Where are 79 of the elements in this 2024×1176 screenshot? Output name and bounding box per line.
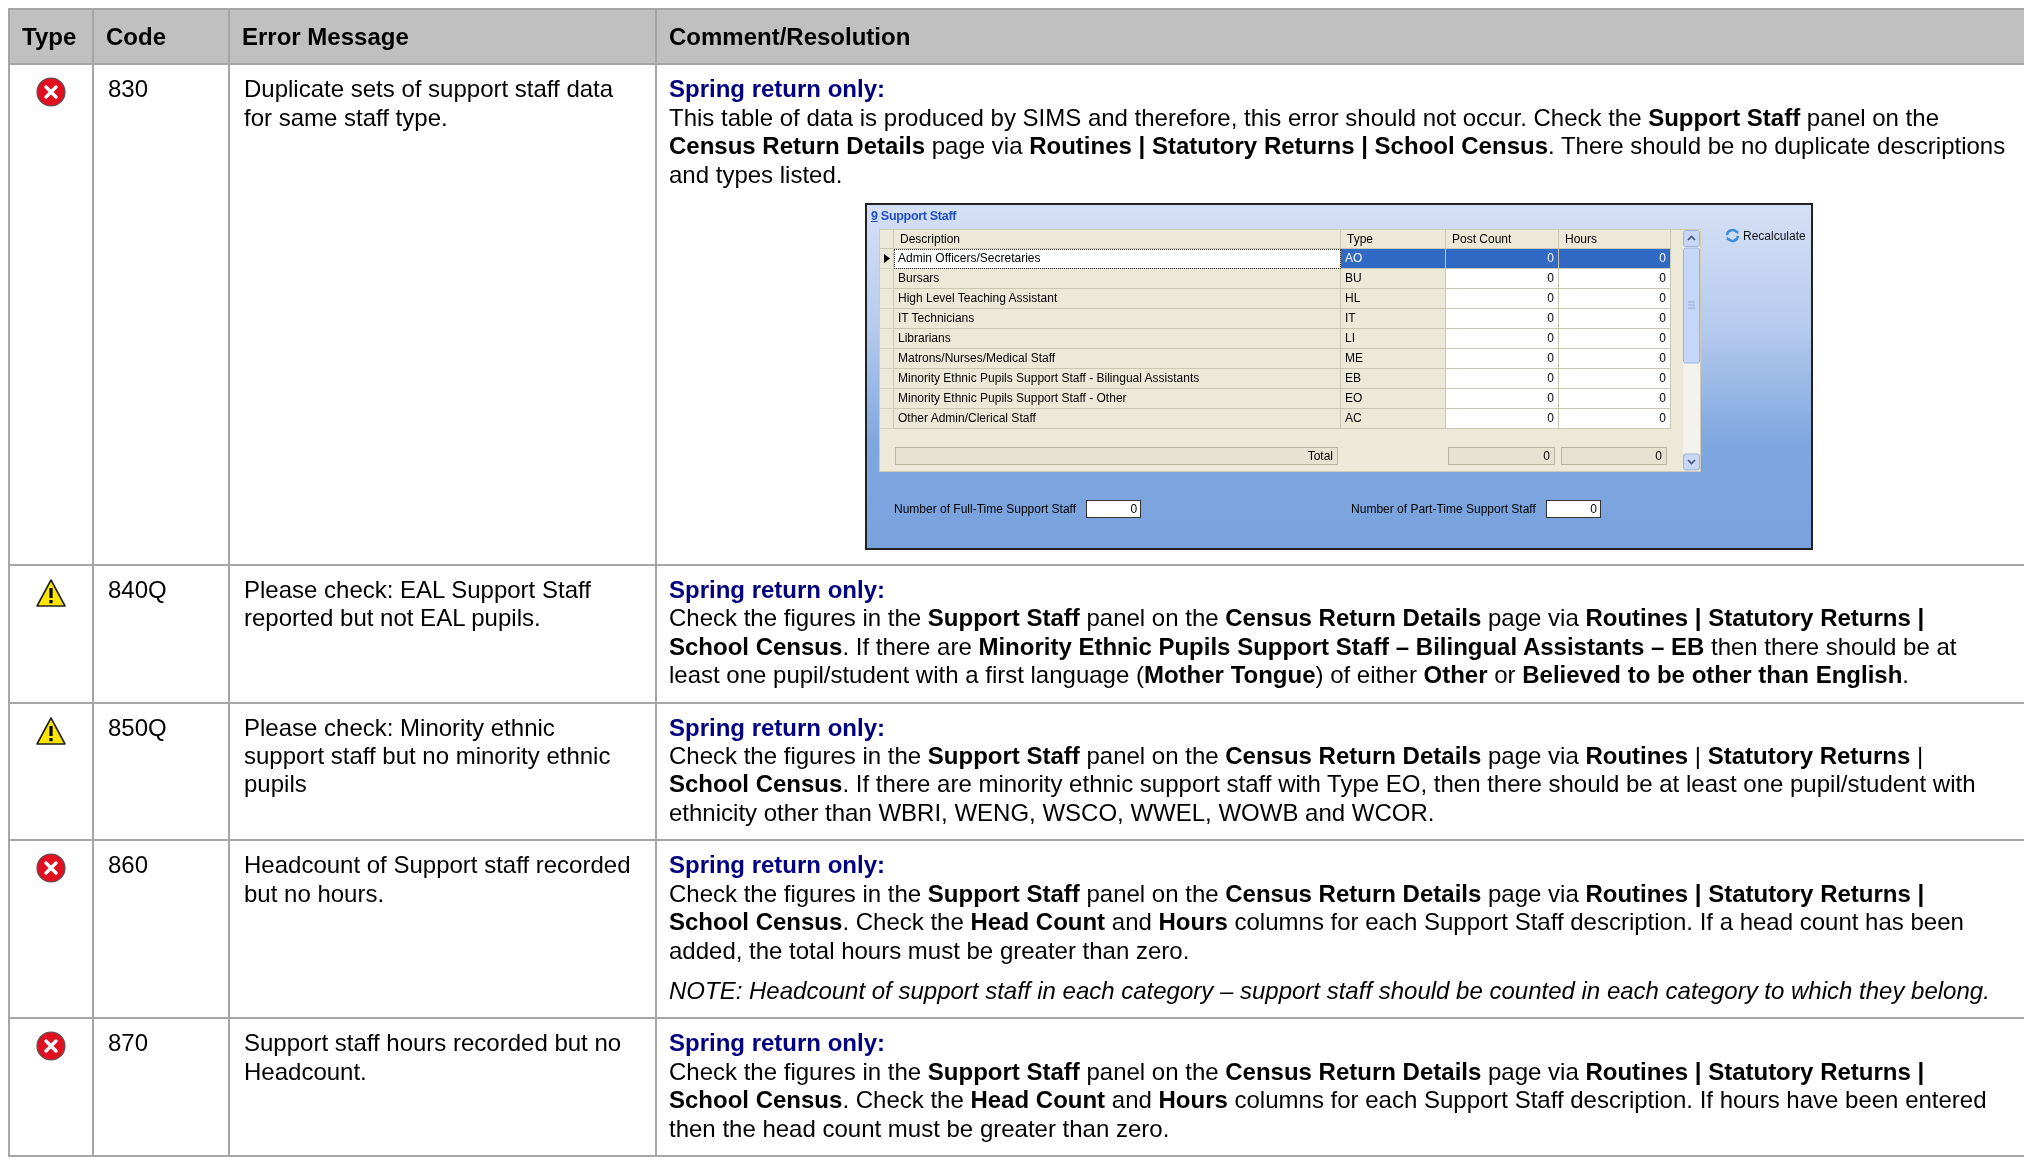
grid-cell[interactable]: AC (1341, 409, 1446, 430)
grid-cell[interactable]: Minority Ethnic Pupils Support Staff - Other (894, 389, 1341, 410)
comment-heading: Spring return only: (669, 1029, 886, 1058)
grid-cell[interactable]: 0 (1559, 329, 1671, 350)
grid-cell[interactable]: Matrons/Nurses/Medical Staff (894, 349, 1341, 370)
field-label: Number of Part-Time Support Staff (1351, 501, 1536, 517)
grid-cell[interactable]: High Level Teaching Assistant (894, 289, 1341, 310)
column-header: Error Message (229, 9, 656, 65)
grid-cell[interactable]: 0 (1446, 409, 1559, 430)
grid-cell[interactable]: 0 (1559, 309, 1671, 330)
row-pointer-icon (883, 254, 890, 264)
grid-cell[interactable]: Librarians (894, 329, 1341, 350)
grid-cell[interactable]: LI (1341, 329, 1446, 350)
row-selector[interactable] (880, 249, 894, 270)
warning-icon (36, 715, 66, 746)
error-message: Duplicate sets of support staff data for same staff type. (244, 75, 615, 133)
grid-cell[interactable]: HL (1341, 289, 1446, 310)
panel-title: 9 Support Staff (870, 208, 958, 225)
error-message: Please check: EAL Support Staff reported but not EAL pupils. (244, 576, 592, 633)
comment-heading: Spring return only: (669, 75, 886, 104)
comment-text: Check the figures in the Support Staff panel on the Census Return Details page via Routines | Statutory Returns | School Census. If there are minority ethnic support staff with Type EO, then there should be at least one pupil/student with ethnicity other than WBRI, WENG, WSCO, WWEL, WOWB and WCOR. (669, 742, 1977, 828)
grid-cell[interactable]: Other Admin/Clerical Staff (894, 409, 1341, 430)
comment-heading: Spring return only: (669, 576, 886, 605)
grid-cell[interactable]: Admin Officers/Secretaries (894, 249, 1341, 270)
number-field[interactable]: 0 (1086, 500, 1142, 519)
grid-cell[interactable]: 0 (1559, 269, 1671, 290)
grid-cell[interactable]: 0 (1446, 269, 1559, 290)
column-header: Comment/Resolution (656, 9, 2024, 65)
total-label: Total (895, 447, 1338, 466)
comment-text: Check the figures in the Support Staff panel on the Census Return Details page via Routines | Statutory Returns | School Census. Check the Head Count and Hours columns for each Support Staff description. If hours have been entered then the head count must be greater than zero. (669, 1057, 1988, 1143)
comment-heading: Spring return only: (669, 713, 886, 743)
grid-cell[interactable]: 0 (1559, 249, 1671, 270)
grid-cell[interactable]: Bursars (894, 269, 1341, 290)
error-message: Please check: Minority ethnic support staff but no minority ethnic pupils (244, 713, 612, 799)
grid-cell[interactable]: IT Technicians (894, 309, 1341, 330)
comment-heading: Spring return only: (669, 851, 886, 880)
comment-text: Check the figures in the Support Staff panel on the Census Return Details page via Routines | Statutory Returns | School Census. Check the Head Count and Hours columns for each Support Staff description. If a head count has been added, the total hours must be greater than zero. (669, 879, 1965, 965)
grid-cell[interactable]: 0 (1559, 289, 1671, 310)
error-code: 850Q (108, 713, 167, 741)
grid-cell[interactable]: 0 (1559, 349, 1671, 370)
grid-cell[interactable]: 0 (1446, 329, 1559, 350)
grid-cell[interactable]: 0 (1446, 309, 1559, 330)
recalculate-button[interactable]: Recalculate (1725, 228, 1806, 244)
grid-cell[interactable]: EO (1341, 389, 1446, 410)
column-header: Code (93, 9, 229, 65)
grid-cell[interactable]: 0 (1446, 389, 1559, 410)
error-code: 860 (108, 851, 149, 879)
note-text: NOTE: Headcount of support staff in each category – support staff should be counted in each category to which they belong. (669, 976, 1991, 1006)
column-header: Type (9, 9, 93, 65)
grid-cell[interactable]: Minority Ethnic Pupils Support Staff - Bilingual Assistants (894, 369, 1341, 390)
grid-cell[interactable]: EB (1341, 369, 1446, 390)
grid-cell[interactable]: 0 (1559, 409, 1671, 430)
total-hours: 0 (1561, 447, 1667, 466)
error-code: 830 (108, 75, 149, 103)
comment-text: This table of data is produced by SIMS and therefore, this error should not occur. Check the Support Staff panel on the Census Return Details page via Routines | Statutory Returns | School Census. There should be no duplicate descriptions and types listed. (669, 103, 2007, 190)
grid-cell[interactable]: IT (1341, 309, 1446, 330)
error-icon (36, 853, 66, 884)
grid-cell[interactable]: 0 (1446, 249, 1559, 270)
grid-cell[interactable]: 0 (1446, 369, 1559, 390)
error-message: Headcount of Support staff recorded but no hours. (244, 851, 632, 909)
error-icon (36, 1031, 66, 1062)
grid-cell[interactable]: AO (1341, 249, 1446, 270)
error-code: 870 (108, 1029, 149, 1057)
grid-cell[interactable]: 0 (1559, 369, 1671, 390)
error-message: Support staff hours recorded but no Headcount. (244, 1029, 623, 1087)
warning-icon (36, 578, 66, 609)
grid-cell[interactable]: 0 (1446, 349, 1559, 370)
error-code: 840Q (108, 576, 167, 604)
comment-text: Check the figures in the Support Staff panel on the Census Return Details page via Routines | Statutory Returns | School Census. If there are Minority Ethnic Pupils Support Staff – Bilingual Assistants – EB then there should be at least one pupil/student with a first language (Mother Tongue) of either Other or Believed to be other than English. (669, 604, 1958, 690)
field-label: Number of Full-Time Support Staff (894, 501, 1077, 517)
grid-cell[interactable]: 0 (1446, 289, 1559, 310)
total-post-count: 0 (1448, 447, 1555, 466)
number-field[interactable]: 0 (1545, 500, 1601, 519)
refresh-icon (1725, 228, 1740, 244)
scrollbar[interactable] (1683, 230, 1700, 472)
grid-cell[interactable]: ME (1341, 349, 1446, 370)
grid-cell[interactable]: BU (1341, 269, 1446, 290)
error-icon (36, 77, 66, 108)
grid-cell[interactable]: 0 (1559, 389, 1671, 410)
